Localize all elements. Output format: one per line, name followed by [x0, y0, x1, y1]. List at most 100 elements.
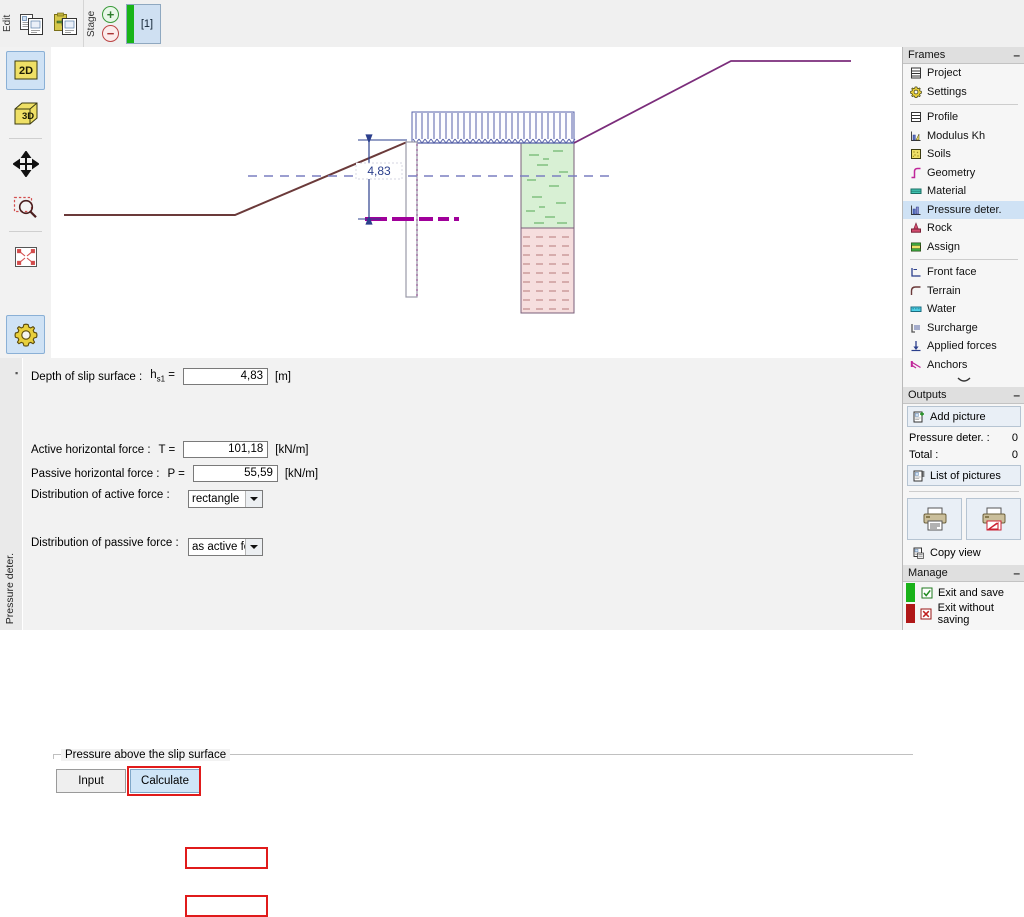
sidebar-item-rock[interactable]: Rock: [903, 219, 1024, 238]
exit-and-save-color-bar: [906, 583, 915, 602]
svg-text:3D: 3D: [22, 111, 34, 122]
active-distribution-label: Distribution of active force :: [31, 489, 170, 501]
passive-horizontal-force-input[interactable]: [192, 465, 278, 482]
sidebar-item-settings[interactable]: Settings: [903, 83, 1024, 102]
print-preview-button[interactable]: [966, 498, 1021, 540]
stage-add-remove: + −: [99, 5, 122, 42]
printer-preview-icon: [982, 507, 1005, 531]
vertical-tab-strip[interactable]: ▪ Pressure deter.: [0, 358, 23, 630]
2d-icon: 2D: [14, 60, 37, 79]
sidebar-item-project[interactable]: Project: [903, 64, 1024, 83]
drawing-canvas[interactable]: 4,83: [51, 47, 902, 359]
sidebar-item-material[interactable]: Material: [903, 182, 1024, 201]
active-distribution-row: Distribution of active force :: [31, 489, 170, 501]
outputs-divider: [909, 491, 1019, 492]
surcharge-icon: [909, 321, 922, 334]
calculate-highlight: [127, 766, 201, 796]
chevron-down-icon[interactable]: [245, 491, 262, 507]
frames-minimize-button[interactable]: –: [1013, 49, 1020, 61]
sidebar-item-front-face[interactable]: Front face: [903, 263, 1024, 282]
active-distribution-value: rectangle: [192, 493, 240, 505]
sidebar-item-soils[interactable]: Soils: [903, 145, 1024, 164]
stage-tab-label: [1]: [140, 17, 154, 30]
drawing-settings-button[interactable]: [6, 315, 45, 354]
chevron-down-icon-2[interactable]: [245, 539, 262, 555]
gear-icon: [14, 323, 37, 347]
outputs-section-header: Outputs –: [903, 387, 1024, 404]
paste-icon: [54, 12, 77, 35]
edit-group-label: Edit: [2, 14, 13, 33]
outputs-minimize-button[interactable]: –: [1013, 389, 1020, 401]
anchors-icon: [909, 358, 922, 371]
soils-icon: [909, 148, 922, 161]
check-box-icon: [920, 586, 933, 599]
stage-toolbar-group: Stage + − [1]: [84, 0, 161, 47]
sidebar-item-terrain[interactable]: Terrain: [903, 282, 1024, 301]
top-toolbar: Edit Stage + − [1]: [0, 0, 1024, 48]
3d-icon: 3D: [14, 102, 37, 124]
view-2d-button[interactable]: 2D: [6, 51, 45, 90]
sidebar-item-geometry[interactable]: Geometry: [903, 164, 1024, 183]
depth-of-slip-surface-input[interactable]: [183, 368, 269, 385]
sidebar-item-surcharge[interactable]: Surcharge: [903, 319, 1024, 338]
zoom-window-button[interactable]: [6, 187, 45, 226]
sidebar-item-anchors[interactable]: Anchors: [903, 356, 1024, 375]
sidebar-item-terrain-label: Terrain: [927, 284, 961, 297]
sidebar-item-water[interactable]: Water: [903, 300, 1024, 319]
left-tool-rail: 2D 3D: [0, 47, 52, 358]
paste-button[interactable]: [50, 7, 82, 41]
sidebar-item-modulus-kh[interactable]: Modulus Kh: [903, 127, 1024, 146]
stage-group-label: Stage: [86, 10, 97, 37]
copy-button[interactable]: [16, 7, 48, 41]
active-distribution-select[interactable]: rectangle: [188, 490, 263, 508]
active-force-label: Active horizontal force :: [31, 443, 151, 456]
list-of-pictures-button[interactable]: List of pictures: [907, 465, 1021, 486]
material-icon: [909, 185, 922, 198]
exit-without-saving-label: Exit without saving: [937, 601, 994, 626]
stage-tab-1[interactable]: [1]: [126, 3, 161, 44]
depth-label: Depth of slip surface :: [31, 370, 143, 383]
sidebar-item-assign[interactable]: Assign: [903, 238, 1024, 257]
print-buttons-row: [907, 498, 1021, 540]
remove-stage-button[interactable]: −: [102, 24, 119, 42]
soil-layer-upper: [520, 142, 575, 229]
sidebar-item-soils-label: Soils: [927, 148, 951, 161]
sidebar-item-pressure-deter[interactable]: Pressure deter.: [903, 200, 1024, 219]
add-stage-button[interactable]: +: [102, 5, 119, 23]
print-button[interactable]: [907, 498, 962, 540]
exit-and-save-label: Exit and save: [938, 586, 1005, 599]
exit-without-saving-color-bar: [906, 604, 915, 623]
manage-minimize-button[interactable]: –: [1013, 567, 1020, 579]
water-icon: [909, 303, 922, 316]
vertical-tab-label: Pressure deter.: [4, 552, 16, 624]
view-3d-button[interactable]: 3D: [6, 94, 45, 133]
passive-distribution-select[interactable]: as active force: [188, 538, 263, 556]
dimension-label: 4,83: [367, 164, 391, 178]
copy-view-button[interactable]: Copy view: [907, 542, 1021, 563]
exit-without-saving-button[interactable]: Exit without saving: [903, 601, 1024, 626]
depth-unit: [m]: [275, 370, 291, 383]
printer-icon: [923, 507, 946, 531]
chevron-down-icon-more[interactable]: [903, 374, 1024, 387]
copy-view-label: Copy view: [930, 546, 981, 559]
active-horizontal-force-input[interactable]: [183, 441, 269, 458]
depth-of-slip-surface-row: Depth of slip surface : hs1 = [m]: [31, 368, 291, 385]
add-picture-button[interactable]: Add picture: [907, 406, 1021, 427]
add-picture-icon: [912, 410, 925, 423]
pan-tool-button[interactable]: [6, 144, 45, 183]
bottom-panel: ▪ Pressure deter. Depth of slip surface …: [0, 358, 913, 917]
sidebar-item-profile[interactable]: Profile: [903, 108, 1024, 127]
front-face-icon: [909, 266, 922, 279]
sidebar-item-applied-forces[interactable]: Applied forces: [903, 337, 1024, 356]
terrain-line-left: [64, 141, 408, 216]
input-button[interactable]: Input: [56, 769, 126, 793]
terrain-icon: [909, 284, 922, 297]
passive-distribution-label: Distribution of passive force :: [31, 537, 179, 549]
zoom-all-button[interactable]: [6, 237, 45, 276]
exit-and-save-button[interactable]: Exit and save: [903, 582, 1024, 603]
passive-force-symbol: P =: [167, 467, 185, 480]
surcharge-load: [411, 111, 576, 144]
rail-divider: [9, 138, 42, 139]
sidebar-divider-2: [910, 259, 1018, 260]
edit-toolbar-group: Edit: [0, 0, 83, 47]
